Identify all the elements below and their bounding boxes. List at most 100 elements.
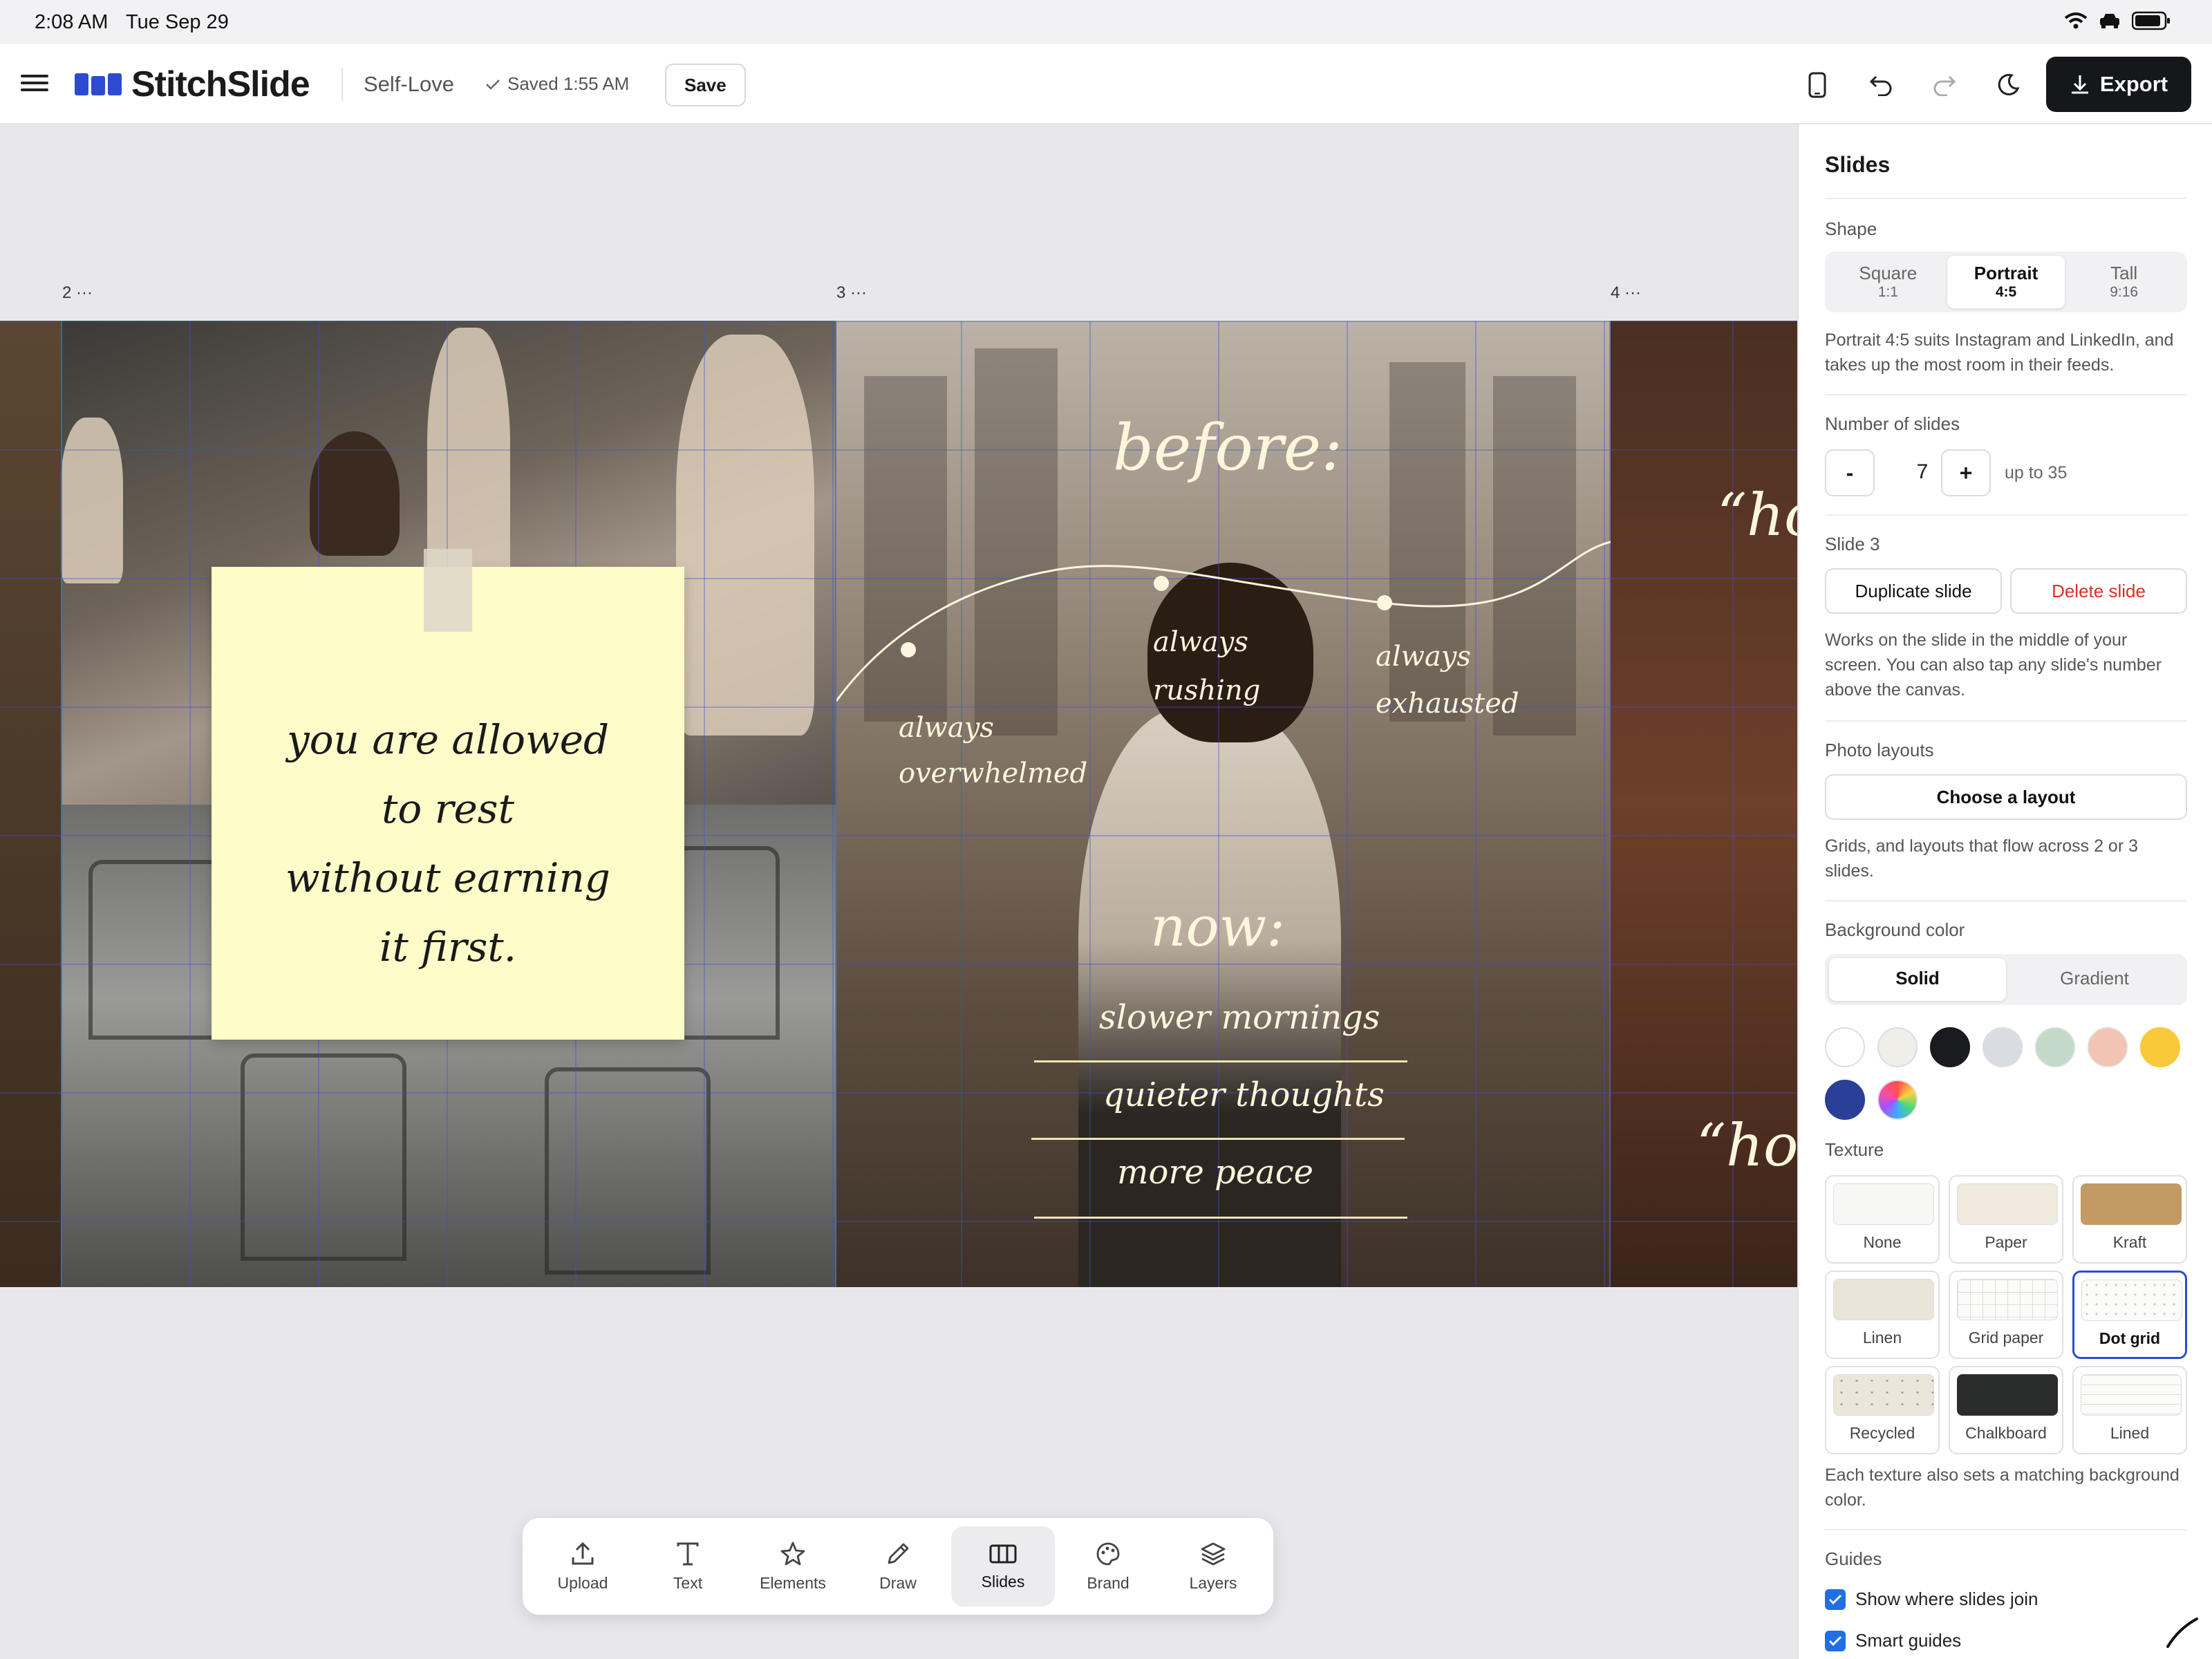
note-line: you are allowed <box>286 716 610 763</box>
photo-left-edge[interactable] <box>0 321 61 1287</box>
texture-label: Recycled <box>1849 1424 1915 1442</box>
color-swatch-sage[interactable] <box>2035 1027 2075 1067</box>
phone-preview-icon[interactable] <box>1801 69 1833 101</box>
smart-guides-checkbox[interactable]: Smart guides <box>1825 1630 1961 1651</box>
texture-linen[interactable]: Linen <box>1825 1271 1940 1359</box>
choose-layout-button[interactable]: Choose a layout <box>1825 774 2187 820</box>
label-line: always <box>1153 626 1248 658</box>
tool-draw[interactable]: Draw <box>846 1526 950 1606</box>
saved-text: Saved 1:55 AM <box>507 73 630 94</box>
timeline-label-exhausted[interactable]: always exhausted <box>1376 633 1519 727</box>
list-item[interactable]: quieter thoughts <box>1103 1076 1385 1114</box>
color-swatch-navy[interactable] <box>1825 1080 1865 1120</box>
texture-none[interactable]: None <box>1825 1175 1940 1264</box>
save-status: Saved 1:55 AM <box>485 73 629 95</box>
header-divider <box>341 68 343 101</box>
battery-icon <box>2132 11 2170 30</box>
texture-heading: Texture <box>1825 1139 1884 1160</box>
color-swatch-yellow[interactable] <box>2140 1027 2180 1067</box>
slide-number-4[interactable]: 4 ··· <box>1611 283 1641 303</box>
texture-kraft[interactable]: Kraft <box>2072 1175 2187 1264</box>
undo-icon[interactable] <box>1865 69 1897 101</box>
tool-elements[interactable]: Elements <box>741 1526 845 1606</box>
list-item[interactable]: slower mornings <box>1099 998 1380 1037</box>
texture-lined[interactable]: Lined <box>2072 1366 2187 1454</box>
label-line: exhausted <box>1376 688 1519 720</box>
dark-mode-icon[interactable] <box>1992 69 2024 101</box>
bg-mode-solid[interactable]: Solid <box>1829 958 2006 1001</box>
color-swatch-peach[interactable] <box>2088 1027 2128 1067</box>
slide-number-2[interactable]: 2 ··· <box>62 283 93 303</box>
quote-text[interactable]: “ho <box>1717 481 1797 549</box>
underline <box>1031 1138 1405 1140</box>
timeline-label-overwhelmed[interactable]: always overwhelmed <box>899 705 1087 796</box>
tool-label: Upload <box>557 1573 608 1592</box>
tool-text[interactable]: Text <box>636 1526 740 1606</box>
shape-option-tall[interactable]: Tall 9:16 <box>2065 256 2183 308</box>
bg-mode-gradient[interactable]: Gradient <box>2006 958 2183 1001</box>
color-swatch-white[interactable] <box>1825 1027 1865 1067</box>
tool-brand[interactable]: Brand <box>1056 1526 1160 1606</box>
list-item[interactable]: more peace <box>1117 1153 1313 1192</box>
save-button[interactable]: Save <box>665 64 746 106</box>
slides-panel: Slides Shape Square 1:1 Portrait 4:5 Tal… <box>1797 124 2212 1659</box>
label-line: rushing <box>1153 675 1261 706</box>
before-heading[interactable]: before: <box>1113 411 1342 485</box>
now-heading[interactable]: now: <box>1150 894 1285 959</box>
decrease-slides-button[interactable]: - <box>1825 449 1875 496</box>
shape-option-square[interactable]: Square 1:1 <box>1829 256 1947 308</box>
car-icon <box>2100 14 2119 28</box>
custom-color-picker[interactable] <box>1877 1080 1918 1120</box>
shape-ratio: 1:1 <box>1877 284 1898 300</box>
chair-shape <box>545 1067 711 1275</box>
statue-shape <box>676 335 814 735</box>
menu-icon[interactable] <box>21 71 48 98</box>
sticky-note[interactable]: you are allowed to rest without earning … <box>212 567 684 1040</box>
logo-mark-icon <box>75 73 122 95</box>
texture-grid-paper[interactable]: Grid paper <box>1949 1271 2063 1359</box>
tool-label: Text <box>673 1573 703 1592</box>
show-slide-joins-checkbox[interactable]: Show where slides join <box>1825 1588 2038 1610</box>
color-swatch-cream[interactable] <box>1877 1027 1918 1067</box>
clock: 2:08 AM <box>35 11 109 33</box>
increase-slides-button[interactable]: + <box>1941 449 1991 496</box>
slide-join-line <box>61 321 62 1287</box>
tool-slides[interactable]: Slides <box>951 1526 1055 1606</box>
delete-slide-button[interactable]: Delete slide <box>2010 568 2187 614</box>
shape-ratio: 4:5 <box>1995 284 2017 300</box>
color-swatch-black[interactable] <box>1930 1027 1970 1067</box>
sticky-note-text[interactable]: you are allowed to rest without earning … <box>212 705 684 982</box>
slide-number-3[interactable]: 3 ··· <box>836 283 867 303</box>
underline <box>1034 1217 1407 1219</box>
divider <box>1825 900 2187 901</box>
quote-text[interactable]: “how <box>1696 1112 1797 1179</box>
color-swatch-gray[interactable] <box>1983 1027 2023 1067</box>
export-button[interactable]: Export <box>2046 57 2191 112</box>
texture-recycled[interactable]: Recycled <box>1825 1366 1940 1454</box>
note-line: to rest <box>382 785 514 832</box>
redo-icon[interactable] <box>1929 69 1960 101</box>
count-heading: Number of slides <box>1825 413 1960 434</box>
tool-layers[interactable]: Layers <box>1161 1526 1265 1606</box>
document-title[interactable]: Self-Love <box>364 72 454 97</box>
pencil-stroke-icon <box>2166 1618 2198 1648</box>
shape-option-portrait[interactable]: Portrait 4:5 <box>1947 256 2065 308</box>
checkbox-checked-icon <box>1825 1630 1846 1651</box>
upload-icon <box>572 1541 594 1564</box>
texture-chalkboard[interactable]: Chalkboard <box>1949 1366 2063 1454</box>
timeline-label-rushing[interactable]: always rushing <box>1153 618 1260 715</box>
tape-strip <box>424 549 472 632</box>
slide-strip[interactable]: you are allowed to rest without earning … <box>0 321 1797 1287</box>
tool-label: Draw <box>879 1573 917 1592</box>
texture-dot-grid[interactable]: Dot grid <box>2072 1271 2187 1359</box>
duplicate-slide-button[interactable]: Duplicate slide <box>1825 568 2002 614</box>
chair-shape <box>88 860 227 1040</box>
status-bar: 2:08 AM Tue Sep 29 <box>0 0 2212 44</box>
texture-paper[interactable]: Paper <box>1949 1175 2063 1264</box>
chair-shape <box>241 1053 406 1261</box>
slides-icon <box>989 1544 1017 1563</box>
texture-label: Lined <box>2110 1424 2150 1442</box>
tool-upload[interactable]: Upload <box>531 1526 635 1606</box>
canvas[interactable]: 2 ··· 3 ··· 4 ··· you are allowed to res… <box>0 124 1797 1659</box>
divider <box>1825 720 2187 722</box>
